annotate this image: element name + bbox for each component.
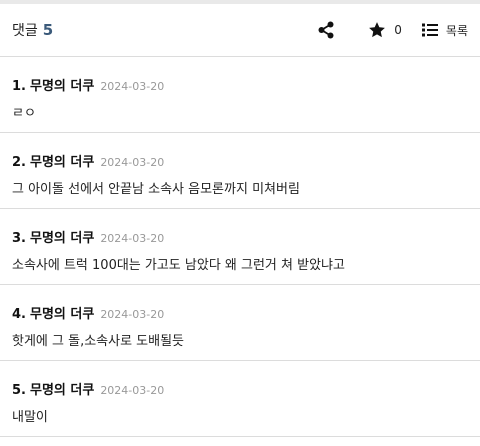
comment-number: 3.: [12, 231, 26, 246]
star-count: 0: [394, 23, 402, 37]
comment-item: 5. 무명의 더쿠 2024-03-20 내말이: [0, 361, 480, 437]
comments-header: 댓글 5 0 목록: [0, 4, 480, 57]
comment-list: 1. 무명의 더쿠 2024-03-20 ㄹㅇ 2. 무명의 더쿠 2024-0…: [0, 57, 480, 437]
share-button[interactable]: [314, 18, 338, 42]
comment-meta: 3. 무명의 더쿠 2024-03-20: [12, 209, 468, 246]
star-icon: [369, 22, 386, 38]
comment-text: 그 아이돌 선에서 안끝남 소속사 음모론까지 미쳐버림: [12, 182, 300, 197]
comment-date: 2024-03-20: [100, 384, 165, 397]
comment-item: 3. 무명의 더쿠 2024-03-20 소속사에 트럭 100대는 가고도 남…: [0, 209, 480, 285]
comment-number: 4.: [12, 307, 26, 322]
comment-text: ㄹㅇ: [12, 106, 36, 121]
star-button[interactable]: 0: [368, 21, 402, 39]
comment-date: 2024-03-20: [100, 80, 165, 93]
comment-author: 무명의 더쿠: [29, 307, 95, 322]
comments-title: 댓글 5: [12, 20, 53, 40]
comment-text: 핫게에 그 돌,소속사로 도배될듯: [12, 334, 185, 349]
list-icon: [421, 23, 438, 37]
comment-author: 무명의 더쿠: [29, 383, 95, 398]
comment-number: 1.: [12, 79, 26, 94]
comment-meta: 2. 무명의 더쿠 2024-03-20: [12, 133, 468, 170]
comment-date: 2024-03-20: [100, 232, 165, 245]
comment-author: 무명의 더쿠: [29, 155, 95, 170]
list-button[interactable]: 목록: [421, 22, 468, 39]
comment-meta: 5. 무명의 더쿠 2024-03-20: [12, 361, 468, 398]
comment-text: 소속사에 트럭 100대는 가고도 남았다 왜 그런거 쳐 받았냐고: [12, 258, 345, 273]
comment-number: 5.: [12, 383, 26, 398]
comment-text: 내말이: [12, 410, 48, 425]
share-icon: [318, 21, 334, 39]
comment-number: 2.: [12, 155, 26, 170]
comment-date: 2024-03-20: [100, 308, 165, 321]
comments-count: 5: [42, 21, 54, 39]
comment-author: 무명의 더쿠: [29, 231, 95, 246]
comment-meta: 1. 무명의 더쿠 2024-03-20: [12, 57, 468, 94]
comment-author: 무명의 더쿠: [29, 79, 95, 94]
header-actions: 0 목록: [314, 18, 468, 42]
comment-meta: 4. 무명의 더쿠 2024-03-20: [12, 285, 468, 322]
comment-date: 2024-03-20: [100, 156, 165, 169]
comment-item: 4. 무명의 더쿠 2024-03-20 핫게에 그 돌,소속사로 도배될듯: [0, 285, 480, 361]
list-label: 목록: [445, 23, 468, 38]
comment-item: 2. 무명의 더쿠 2024-03-20 그 아이돌 선에서 안끝남 소속사 음…: [0, 133, 480, 209]
comment-item: 1. 무명의 더쿠 2024-03-20 ㄹㅇ: [0, 57, 480, 133]
comments-title-label: 댓글: [12, 23, 38, 39]
